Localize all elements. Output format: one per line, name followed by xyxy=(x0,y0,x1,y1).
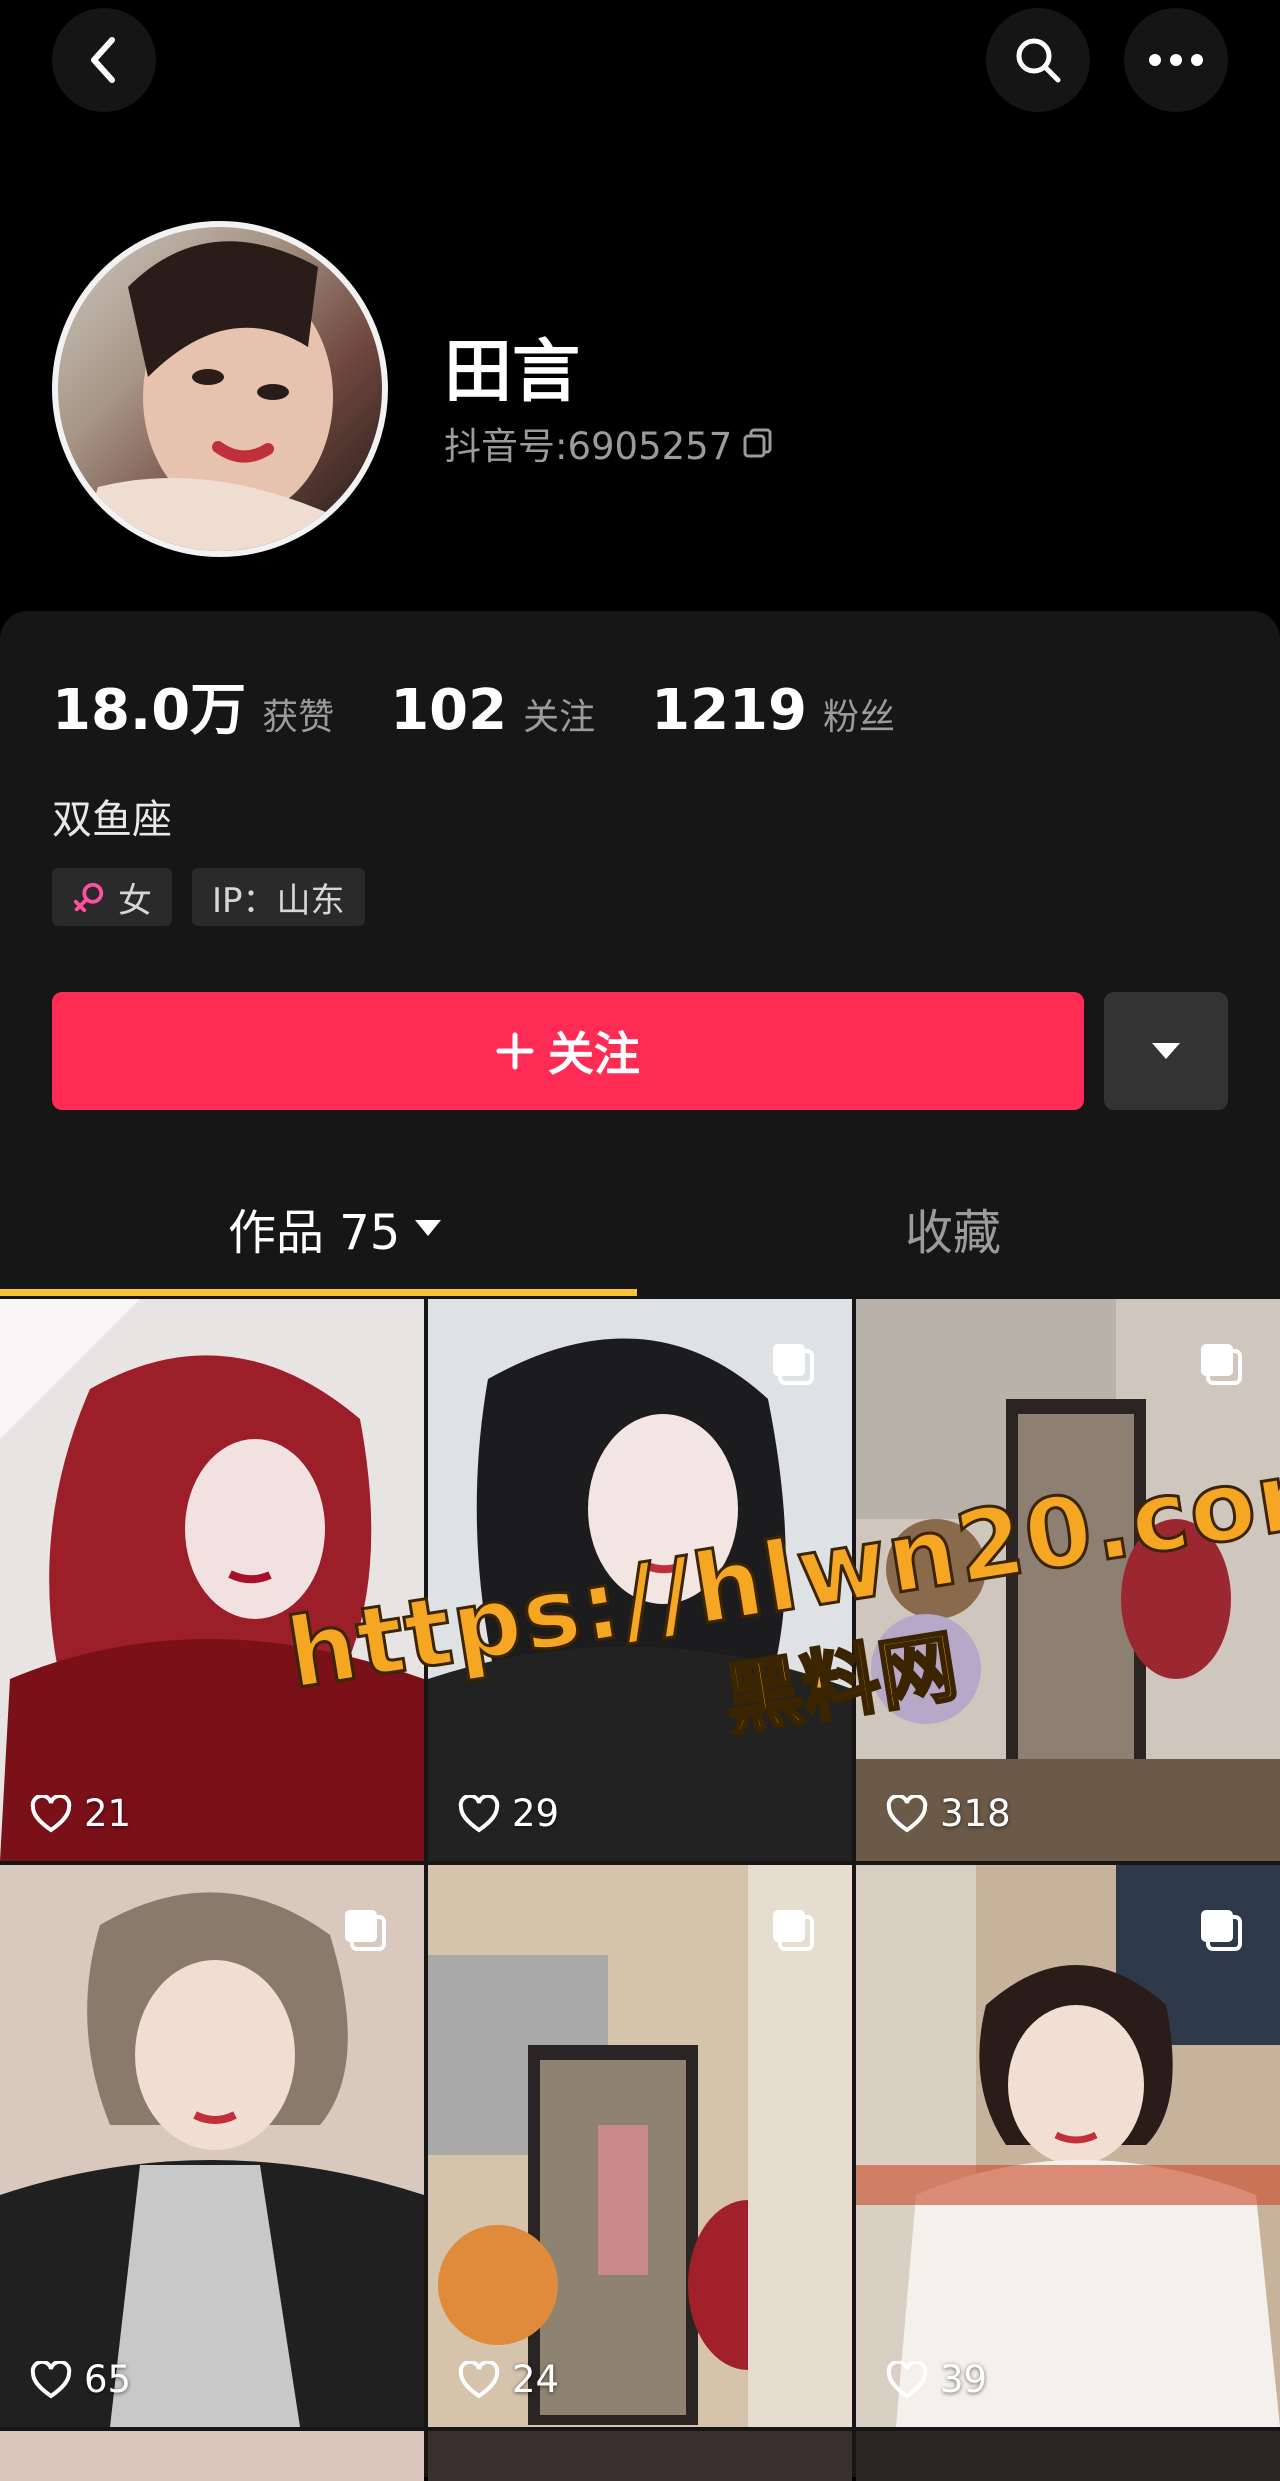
heart-icon xyxy=(30,1794,72,1832)
multi-image-icon xyxy=(1201,1344,1242,1385)
search-icon xyxy=(1016,38,1061,83)
plus-icon xyxy=(496,1032,534,1070)
copy-icon[interactable] xyxy=(742,427,774,459)
post-likes-count: 24 xyxy=(512,2358,560,2401)
post-thumbnail[interactable]: 65 xyxy=(0,1865,424,2427)
stat-likes[interactable]: 18.0万 获赞 xyxy=(52,665,334,746)
gender-tag: 女 xyxy=(52,868,172,926)
post-thumbnail[interactable]: 39 xyxy=(856,1865,1280,2427)
avatar-portrait xyxy=(78,241,358,551)
heart-icon xyxy=(886,2360,928,2398)
more-button[interactable] xyxy=(1124,8,1228,112)
post-likes: 24 xyxy=(458,2358,559,2401)
multi-image-icon xyxy=(773,1910,814,1951)
follow-label: 关注 xyxy=(548,1027,640,1081)
post-likes: 39 xyxy=(886,2358,987,2401)
post-likes-count: 21 xyxy=(84,1792,132,1835)
more-actions-button[interactable] xyxy=(1104,992,1228,1110)
tab-indicator xyxy=(0,1289,637,1296)
gender-label: 女 xyxy=(118,880,152,921)
likes-count: 18.0万 xyxy=(52,678,247,743)
post-likes: 21 xyxy=(30,1792,131,1835)
likes-label: 获赞 xyxy=(262,697,335,738)
stat-followers[interactable]: 1219 粉丝 xyxy=(651,678,895,743)
multi-image-icon xyxy=(1201,1910,1242,1951)
tab-works[interactable]: 作品 75 xyxy=(228,1193,442,1263)
post-thumbnail[interactable]: 24 xyxy=(428,1865,852,2427)
post-thumbnail[interactable] xyxy=(856,2431,1280,2481)
stats-row: 18.0万 获赞 102 关注 1219 粉丝 xyxy=(52,665,951,746)
followers-count: 1219 xyxy=(651,678,807,743)
caret-down-icon xyxy=(1152,1043,1180,1059)
following-count: 102 xyxy=(390,678,508,743)
post-likes: 318 xyxy=(886,1792,1011,1835)
post-likes-count: 65 xyxy=(84,2358,132,2401)
stat-following[interactable]: 102 关注 xyxy=(390,678,595,743)
search-button[interactable] xyxy=(986,8,1090,112)
avatar[interactable] xyxy=(52,221,388,557)
post-likes-count: 318 xyxy=(940,1792,1011,1835)
more-dots-icon xyxy=(1149,54,1203,66)
female-icon xyxy=(73,882,104,913)
post-likes: 65 xyxy=(30,2358,131,2401)
post-likes: 29 xyxy=(458,1792,559,1835)
caret-down-icon xyxy=(415,1220,442,1236)
chevron-left-icon xyxy=(91,37,115,83)
heart-icon xyxy=(886,1794,928,1832)
heart-icon xyxy=(30,2360,72,2398)
profile-name: 田言 xyxy=(444,333,581,412)
post-likes-count: 29 xyxy=(512,1792,560,1835)
post-likes-count: 39 xyxy=(940,2358,988,2401)
heart-icon xyxy=(458,1794,500,1832)
multi-image-icon xyxy=(773,1344,814,1385)
ip-tag: IP：山东 xyxy=(192,868,365,926)
tab-favorites[interactable]: 收藏 xyxy=(905,1193,1001,1263)
account-id: 抖音号:6905257 xyxy=(444,425,733,468)
following-label: 关注 xyxy=(523,697,596,738)
back-button[interactable] xyxy=(52,8,156,112)
tab-works-label: 作品 75 xyxy=(228,1205,401,1261)
heart-icon xyxy=(458,2360,500,2398)
followers-label: 粉丝 xyxy=(822,697,895,738)
bio-text: 双鱼座 xyxy=(52,797,172,843)
tab-favorites-label: 收藏 xyxy=(905,1205,1002,1261)
post-thumbnail[interactable] xyxy=(0,2431,424,2481)
post-thumbnail[interactable] xyxy=(428,2431,852,2481)
follow-button[interactable]: 关注 xyxy=(52,992,1084,1110)
multi-image-icon xyxy=(345,1910,386,1951)
account-id-row: 抖音号:6905257 xyxy=(444,416,774,470)
